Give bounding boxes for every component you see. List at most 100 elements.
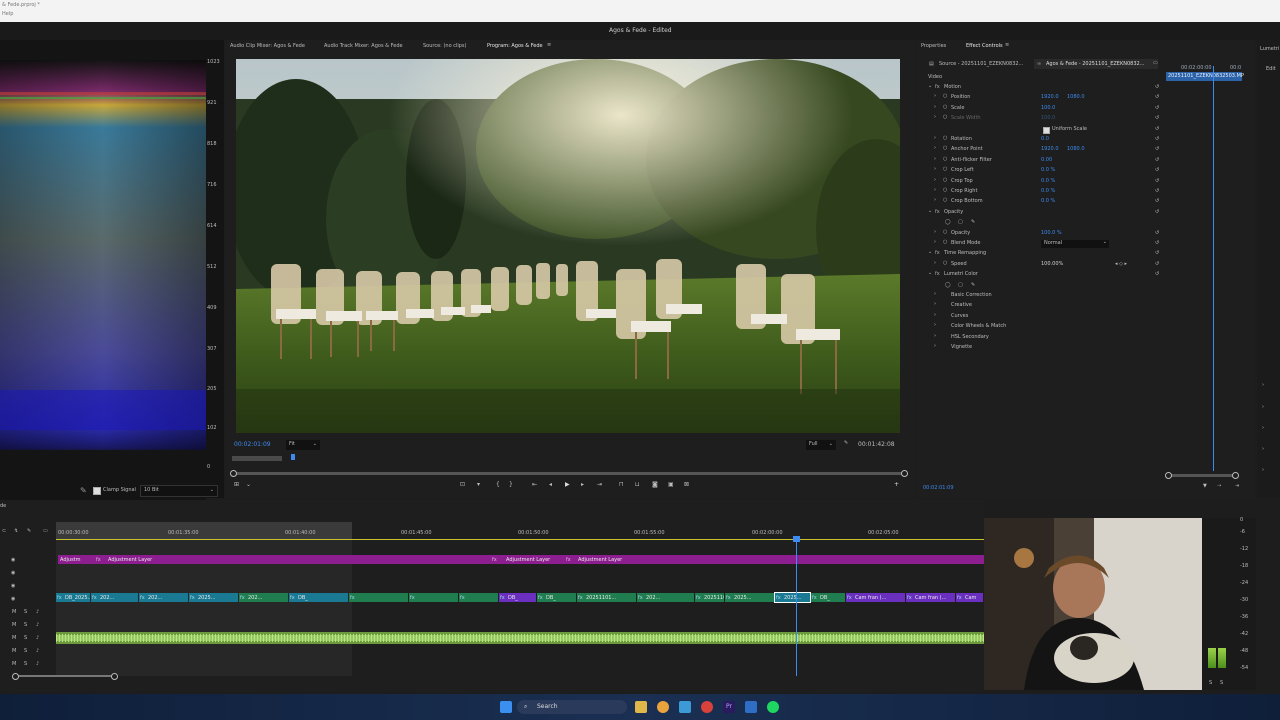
- effect-row[interactable]: › Vignette: [917, 343, 1167, 353]
- program-timecode[interactable]: 00:02:01:09: [234, 442, 271, 448]
- lumetri-edit-tab[interactable]: Edit: [1266, 67, 1276, 72]
- chevron-down-icon[interactable]: ⌄: [246, 482, 251, 488]
- property-value[interactable]: 0.0 %: [1041, 168, 1055, 173]
- timeline-playhead[interactable]: [793, 536, 800, 676]
- extract-icon[interactable]: ⊔: [635, 482, 640, 488]
- playback-resolution-select[interactable]: Full ⌄: [806, 440, 836, 450]
- captions-icon[interactable]: ▭: [43, 529, 48, 534]
- video-clip[interactable]: fx 202...: [91, 593, 138, 602]
- scroll-handle-right[interactable]: [1232, 472, 1239, 479]
- wrench-icon[interactable]: ✎: [27, 529, 31, 534]
- chevron-right-icon[interactable]: ›: [934, 188, 936, 193]
- chevron-right-icon[interactable]: ›: [934, 344, 936, 349]
- effect-row[interactable]: › ○ Position 1920.0 1080.0 ↺: [917, 93, 1167, 103]
- blend-mode-select[interactable]: Normal ⌄: [1041, 240, 1109, 248]
- reset-parameter-icon[interactable]: ↺: [1155, 116, 1159, 121]
- effect-row[interactable]: ⌄ fx Lumetri Color ↺: [917, 270, 1167, 280]
- track-solo-toggle[interactable]: S: [24, 662, 27, 667]
- chevron-right-icon[interactable]: ›: [934, 94, 936, 99]
- property-value[interactable]: 1080.0: [1067, 147, 1085, 152]
- chevron-right-icon[interactable]: ›: [934, 136, 936, 141]
- reset-parameter-icon[interactable]: ↺: [1155, 251, 1159, 256]
- tab-program[interactable]: Program: Agos & Fede: [487, 44, 543, 49]
- effect-row[interactable]: › Curves: [917, 312, 1167, 322]
- snap-icon[interactable]: ⊂: [2, 529, 6, 534]
- play-icon[interactable]: ▶: [565, 482, 570, 488]
- adjustment-clip[interactable]: fx Adjustment Layer: [492, 555, 566, 564]
- sequence-tab[interactable]: ∞ Agos & Fede - 20251101_EZEKN0832...: [1034, 59, 1158, 69]
- rect-mask-icon[interactable]: ▢: [958, 220, 963, 225]
- video-clip[interactable]: fx 202...: [637, 593, 694, 602]
- tab-properties[interactable]: Properties: [921, 44, 946, 49]
- timeline-ruler[interactable]: 00:00:30:00 00:01:35:00 00:01:40:00 00:0…: [56, 522, 984, 540]
- stopwatch-icon[interactable]: ○: [943, 167, 947, 172]
- reset-parameter-icon[interactable]: ↺: [1155, 85, 1159, 90]
- property-value[interactable]: 100.0: [1041, 105, 1055, 111]
- effect-row[interactable]: › ○ Anchor Point 1920.0 1080.0 ↺: [917, 145, 1167, 155]
- export-frame-settings-icon[interactable]: ⊞: [234, 482, 239, 488]
- mini-ruler[interactable]: [232, 454, 906, 462]
- video-clip[interactable]: fx Cam fran (...: [906, 593, 955, 602]
- timeline-tab[interactable]: de: [0, 504, 6, 509]
- add-button-icon[interactable]: +: [894, 482, 899, 488]
- track-mute-toggle[interactable]: M: [12, 636, 16, 641]
- stopwatch-icon[interactable]: ○: [943, 198, 947, 203]
- premiere-pro-icon[interactable]: Pr: [723, 701, 735, 713]
- fx-toggle-icon[interactable]: fx: [935, 209, 940, 215]
- lift-icon[interactable]: ⊓: [619, 482, 624, 488]
- windows-start-icon[interactable]: [500, 701, 512, 713]
- reset-parameter-icon[interactable]: ↺: [1155, 147, 1159, 152]
- reset-parameter-icon[interactable]: ↺: [1155, 168, 1159, 173]
- insert-icon[interactable]: ⊡: [460, 482, 465, 488]
- effect-row[interactable]: ⌄ fx Motion ↺: [917, 83, 1167, 93]
- mic-icon[interactable]: ♪: [36, 649, 39, 654]
- timeline-zoom-scrollbar[interactable]: [1165, 472, 1239, 479]
- property-value[interactable]: 100.0: [1041, 116, 1055, 121]
- reset-parameter-icon[interactable]: ↺: [1155, 105, 1159, 111]
- video-clip[interactable]: fx DB_: [499, 593, 536, 602]
- track-mute-toggle[interactable]: M: [12, 610, 16, 615]
- effect-row[interactable]: ⌄ fx Opacity ↺: [917, 208, 1167, 218]
- chevron-right-icon[interactable]: ›: [1262, 447, 1264, 452]
- video-clip[interactable]: fx DB_: [537, 593, 576, 602]
- tab-audio-clip-mixer[interactable]: Audio Clip Mixer: Agos & Fede: [230, 44, 305, 49]
- eye-icon[interactable]: ◉: [11, 558, 15, 563]
- track-solo-toggle[interactable]: S: [24, 636, 27, 641]
- scroll-handle-left[interactable]: [12, 673, 19, 680]
- reset-parameter-icon[interactable]: ↺: [1155, 126, 1159, 132]
- source-tab[interactable]: ▤ Source - 20251101_EZEKN0832...: [929, 60, 1029, 69]
- stopwatch-icon[interactable]: ○: [943, 115, 947, 120]
- property-value[interactable]: 0.00: [1041, 157, 1052, 163]
- property-value[interactable]: 100.0 %: [1041, 230, 1062, 236]
- wrench-icon[interactable]: ✎: [80, 486, 87, 495]
- adjustment-clip[interactable]: fx Adjustment Layer: [566, 555, 984, 564]
- eye-icon[interactable]: ◉: [11, 571, 15, 576]
- property-value[interactable]: 0.0 %: [1041, 178, 1055, 184]
- chevron-right-icon[interactable]: ›: [934, 167, 936, 172]
- track-solo-toggle[interactable]: S: [24, 610, 27, 615]
- effect-row[interactable]: › ○ Opacity 100.0 % ↺: [917, 229, 1167, 239]
- step-back-icon[interactable]: ◂: [549, 482, 552, 488]
- filter-icon[interactable]: ▼: [1203, 484, 1207, 489]
- spotify-icon[interactable]: [767, 701, 779, 713]
- video-clip[interactable]: fx Cam: [956, 593, 983, 602]
- stopwatch-icon[interactable]: ○: [943, 188, 947, 193]
- scroll-handle-left[interactable]: [230, 470, 237, 477]
- video-clip[interactable]: fx DB_: [289, 593, 348, 602]
- video-clip[interactable]: fx 202...: [139, 593, 188, 602]
- effect-row[interactable]: ◯ ▢ ✎: [917, 218, 1167, 228]
- video-clip[interactable]: fx Cam fran (...: [846, 593, 905, 602]
- scroll-handle-right[interactable]: [901, 470, 908, 477]
- chevron-right-icon[interactable]: ›: [934, 177, 936, 183]
- chevron-right-icon[interactable]: ›: [1262, 468, 1264, 473]
- effect-row[interactable]: › ○ Blend Mode Normal ⌄ ↺: [917, 239, 1167, 249]
- chevron-right-icon[interactable]: ›: [934, 229, 936, 235]
- reset-parameter-icon[interactable]: ↺: [1155, 178, 1159, 184]
- chevron-right-icon[interactable]: ›: [934, 312, 936, 318]
- chevron-right-icon[interactable]: ›: [934, 104, 936, 110]
- tab-audio-track-mixer[interactable]: Audio Track Mixer: Agos & Fede: [324, 44, 403, 49]
- chevron-right-icon[interactable]: ›: [934, 260, 936, 266]
- go-to-out-icon[interactable]: ⇥: [597, 482, 602, 488]
- chevron-right-icon[interactable]: ›: [934, 156, 936, 162]
- camera-icon[interactable]: ◙: [652, 482, 658, 488]
